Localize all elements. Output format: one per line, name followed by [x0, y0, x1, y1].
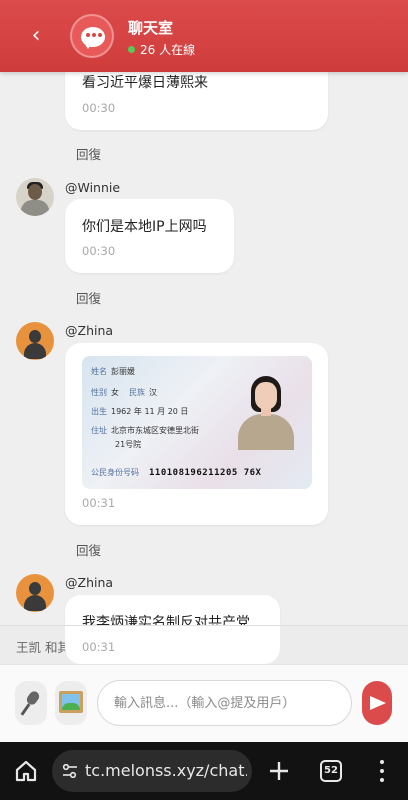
- message-text: 你们是本地IP上网吗: [82, 219, 207, 235]
- avatar[interactable]: [16, 574, 54, 612]
- chat-bubble-icon: [70, 14, 114, 58]
- composer-bar: [0, 664, 408, 742]
- online-count: 26 人在線: [128, 41, 195, 58]
- address-bar[interactable]: tc.melonss.xyz/chat.: [52, 750, 252, 792]
- id-label: 性别: [91, 388, 107, 397]
- new-tab-icon[interactable]: [266, 758, 292, 784]
- chat-header: ‹ 聊天室 26 人在線: [0, 0, 408, 72]
- id-value: 北京市东城区安德里北街: [111, 426, 199, 435]
- id-value: 21号院: [115, 440, 142, 449]
- id-label: 民族: [129, 388, 145, 397]
- back-icon[interactable]: ‹: [22, 22, 50, 50]
- id-card-image[interactable]: 姓名 彭丽媛 性别女 民族汉 出生 1962 年 11 月 20 日 住址 北京市东城区…: [82, 356, 312, 489]
- browser-toolbar: tc.melonss.xyz/chat. 52: [0, 742, 408, 800]
- message-time: 00:30: [82, 101, 116, 115]
- image-upload-button[interactable]: [55, 681, 87, 725]
- message-time: 00:31: [82, 496, 116, 510]
- avatar[interactable]: [16, 322, 54, 360]
- user-name[interactable]: @Zhina: [65, 323, 113, 338]
- typing-text: 王凯 和其: [16, 640, 70, 655]
- home-icon[interactable]: [14, 759, 38, 783]
- avatar[interactable]: [16, 178, 54, 216]
- message-bubble: 你们是本地IP上网吗 00:30: [65, 199, 234, 273]
- user-name[interactable]: @Zhina: [65, 575, 113, 590]
- id-number: 110108196211205 76X: [149, 468, 262, 478]
- send-icon: [370, 696, 386, 710]
- online-dot-icon: [128, 46, 135, 53]
- online-text: 26 人在線: [140, 43, 196, 57]
- message-time: 00:30: [82, 244, 116, 258]
- id-label: 出生: [91, 407, 107, 416]
- user-name[interactable]: @Winnie: [65, 180, 120, 195]
- message-text: 看习近平爆日薄熙来: [82, 75, 208, 91]
- url-text: tc.melonss.xyz/chat.: [85, 761, 247, 780]
- message-input-box[interactable]: [97, 680, 352, 726]
- microphone-button[interactable]: [15, 681, 47, 725]
- more-menu-icon[interactable]: [378, 758, 386, 784]
- message-time: 00:31: [82, 640, 116, 654]
- id-value: 汉: [149, 388, 157, 397]
- id-value: 彭丽媛: [111, 367, 135, 376]
- reply-link[interactable]: 回復: [76, 288, 101, 307]
- reply-link[interactable]: 回復: [76, 144, 101, 163]
- id-label: 公民身份号码: [91, 468, 139, 477]
- reply-link[interactable]: 回復: [76, 540, 101, 559]
- portrait-photo: [234, 370, 298, 450]
- message-bubble-overlap: 00:31: [65, 626, 280, 664]
- send-button[interactable]: [362, 681, 392, 725]
- id-label: 姓名: [91, 367, 107, 376]
- room-title: 聊天室: [128, 19, 174, 37]
- tab-switcher-button[interactable]: 52: [320, 760, 342, 782]
- id-value: 女: [111, 388, 119, 397]
- id-value: 1962 年 11 月 20 日: [111, 407, 189, 416]
- site-settings-icon[interactable]: [62, 764, 78, 778]
- id-label: 住址: [91, 426, 107, 435]
- message-input[interactable]: [114, 694, 344, 712]
